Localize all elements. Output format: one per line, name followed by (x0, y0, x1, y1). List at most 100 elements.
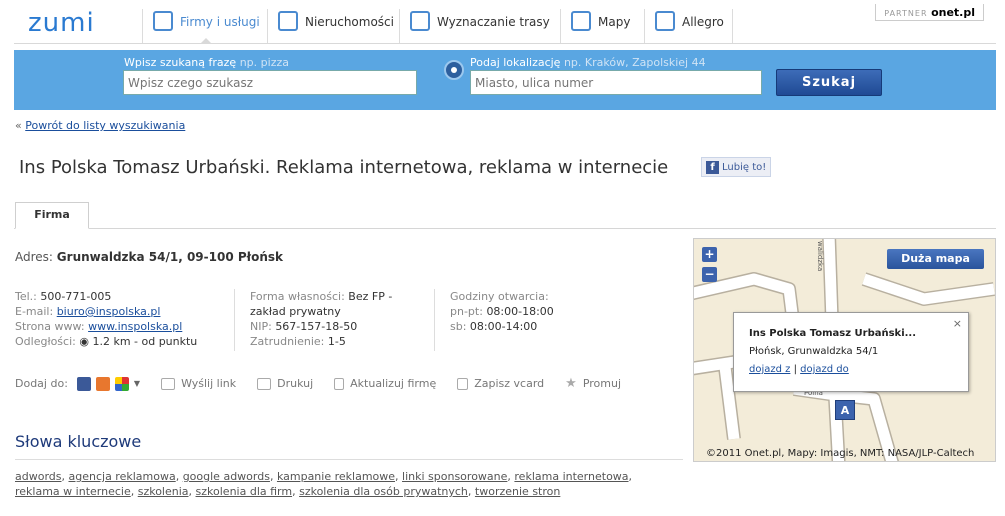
search-bar: Wpisz szukaną frazę np. pizza Podaj loka… (14, 50, 996, 110)
keyword-link[interactable]: tworzenie stron (475, 485, 560, 498)
zoom-out-button[interactable]: − (702, 267, 717, 282)
top-navigation: zumi Firmy i usługi Nieruchomości Wyznac… (14, 0, 996, 44)
location-input[interactable] (470, 70, 762, 95)
map-marker[interactable]: A (835, 400, 855, 420)
keyword-link[interactable]: szkolenia dla osób prywatnych (299, 485, 468, 498)
distance-row: Odległości: ◉ 1.2 km - od punktu (15, 335, 198, 348)
phone-row: Tel.: 500-771-005 (15, 290, 112, 303)
tab-mapy[interactable]: Mapy (560, 9, 640, 43)
map-widget[interactable]: walidzka Polna + − Duża mapa × Ins Polsk… (693, 238, 996, 462)
weekday-hours-row: pn-pt: 08:00-18:00 (450, 305, 554, 318)
map-copyright: ©2011 Onet.pl, Mapy: Imagis, NMT: NASA/J… (706, 448, 975, 459)
facebook-icon: f (706, 160, 719, 174)
www-row: Strona www: www.inspolska.pl (15, 320, 183, 333)
nip-row: NIP: 567-157-18-50 (250, 320, 358, 333)
back-to-results-link[interactable]: Powrót do listy wyszukiwania (25, 119, 185, 132)
page-title: Ins Polska Tomasz Urbański. Reklama inte… (19, 157, 669, 178)
back-arrow-icon: « (15, 119, 22, 132)
email-row: E-mail: biuro@inspolska.pl (15, 305, 161, 318)
hours-column: Godziny otwarcia: pn-pt: 08:00-18:00 sb:… (450, 289, 554, 334)
tab-label: Allegro (682, 15, 724, 29)
road-icon (410, 11, 430, 31)
close-icon[interactable]: × (953, 315, 962, 333)
map-icon (571, 11, 591, 31)
zumi-logo[interactable]: zumi (28, 8, 95, 38)
promote-button[interactable]: ★ Promuj (565, 376, 621, 391)
directions-from-link[interactable]: dojazd do (800, 364, 849, 375)
contact-column: Tel.: 500-771-005 E-mail: biuro@inspolsk… (15, 289, 197, 349)
keyword-link[interactable]: reklama internetowa (514, 470, 628, 483)
target-icon: ◉ (79, 335, 89, 348)
keyword-link[interactable]: reklama w internecie (15, 485, 131, 498)
partner-badge[interactable]: PARTNER onet.pl (875, 4, 984, 21)
column-divider (434, 289, 435, 351)
google-share-icon[interactable] (114, 376, 129, 391)
briefcase-icon (153, 11, 173, 31)
legal-column: Forma własności: Bez FP - zakład prywatn… (250, 289, 392, 349)
column-divider (234, 289, 235, 351)
ownership-row: Forma własności: Bez FP - (250, 290, 393, 303)
tab-firma[interactable]: Firma (15, 202, 89, 229)
tab-label: Mapy (598, 15, 631, 29)
address-row: Adres: Grunwaldzka 54/1, 09-100 Płońsk (15, 250, 283, 264)
email-link[interactable]: biuro@inspolska.pl (57, 305, 161, 318)
tab-wyznaczanie-trasy[interactable]: Wyznaczanie trasy (399, 9, 560, 43)
location-label: Podaj lokalizację np. Kraków, Zapolskiej… (470, 56, 706, 69)
alert-icon (334, 377, 345, 390)
keywords-heading: Słowa kluczowe (15, 432, 142, 451)
tab-label: Nieruchomości (305, 15, 394, 29)
big-map-button[interactable]: Duża mapa (887, 249, 984, 269)
partner-brand: onet.pl (931, 6, 975, 19)
directions-to-link[interactable]: dojazd z (749, 364, 790, 375)
hours-label: Godziny otwarcia: (450, 290, 549, 303)
partner-label: PARTNER (884, 9, 928, 18)
keyword-link[interactable]: kampanie reklamowe (277, 470, 395, 483)
address-value: Grunwaldzka 54/1, 09-100 Płońsk (56, 250, 284, 264)
chevron-down-icon[interactable]: ▼ (134, 379, 140, 388)
zoom-in-button[interactable]: + (702, 247, 717, 262)
tab-label: Firmy i usługi (180, 15, 260, 29)
keywords-divider (15, 459, 683, 460)
hand-icon (655, 11, 675, 31)
keyword-link[interactable]: linki sponsorowane (402, 470, 507, 483)
tab-firmy-i-uslugi[interactable]: Firmy i usługi (142, 9, 270, 44)
facebook-share-icon[interactable] (76, 376, 91, 391)
house-icon (278, 11, 298, 31)
save-vcard-button[interactable]: Zapisz vcard (457, 377, 544, 390)
location-radio[interactable] (444, 60, 464, 80)
update-company-button[interactable]: Aktualizuj firmę (334, 377, 436, 390)
envelope-icon (161, 377, 176, 390)
keyword-link[interactable]: szkolenia (138, 485, 189, 498)
actions-row: Dodaj do: ▼ Wyślij link Drukuj Aktualizu… (15, 376, 621, 391)
ownership-row-2: zakład prywatny (250, 305, 341, 318)
directions-separator: | (793, 364, 797, 375)
keyword-link[interactable]: adwords (15, 470, 62, 483)
facebook-like-button[interactable]: f Lubię to! (701, 157, 772, 177)
floppy-icon (457, 377, 469, 390)
search-button[interactable]: Szukaj (776, 69, 882, 96)
popup-title: Ins Polska Tomasz Urbański... (749, 328, 917, 339)
address-label: Adres: (15, 250, 53, 264)
print-button[interactable]: Drukuj (257, 377, 313, 390)
send-link-button[interactable]: Wyślij link (161, 377, 236, 390)
tab-divider (14, 228, 996, 229)
popup-address: Płońsk, Grunwaldzka 54/1 (749, 346, 879, 357)
printer-icon (257, 377, 272, 390)
keyword-link[interactable]: szkolenia dla firm (196, 485, 293, 498)
tab-label: Wyznaczanie trasy (437, 15, 550, 29)
website-link[interactable]: www.inspolska.pl (88, 320, 182, 333)
blip-share-icon[interactable] (95, 376, 110, 391)
keyword-link[interactable]: agencja reklamowa (69, 470, 176, 483)
street-label: walidzka (816, 241, 824, 272)
tab-allegro[interactable]: Allegro (644, 9, 733, 43)
map-info-popup: × Ins Polska Tomasz Urbański... Płońsk, … (733, 312, 969, 392)
keyword-link[interactable]: google adwords (183, 470, 270, 483)
like-label: Lubię to! (722, 161, 767, 173)
add-to-label: Dodaj do: (15, 377, 68, 390)
keywords-list: adwords, agencja reklamowa, google adwor… (15, 470, 633, 498)
phrase-search-input[interactable] (123, 70, 417, 95)
phrase-label: Wpisz szukaną frazę np. pizza (124, 56, 289, 69)
back-link-row: « Powrót do listy wyszukiwania (15, 119, 185, 132)
tab-nieruchomosci[interactable]: Nieruchomości (267, 9, 404, 43)
employment-row: Zatrudnienie: 1-5 (250, 335, 346, 348)
